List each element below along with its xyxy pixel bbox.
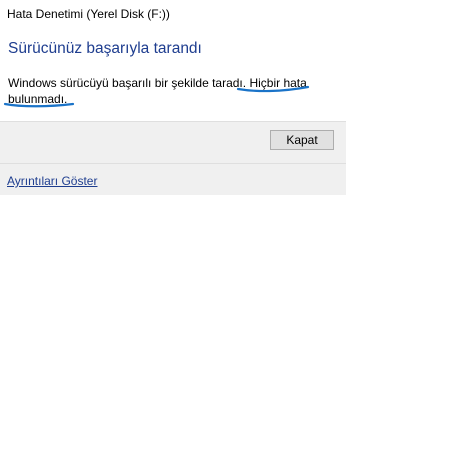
close-button[interactable]: Kapat <box>270 130 334 150</box>
message-highlight-line1: Hiçbir hata <box>249 76 307 90</box>
check-disk-dialog: Hata Denetimi (Yerel Disk (F:)) Sürücünü… <box>0 0 346 195</box>
result-heading: Sürücünüz başarıyla tarandı <box>8 40 202 57</box>
footer-separator <box>0 163 346 164</box>
dialog-footer: Kapat Ayrıntıları Göster <box>0 121 346 195</box>
show-details-link[interactable]: Ayrıntıları Göster <box>7 174 97 188</box>
message-highlight-line2: bulunmadı <box>8 92 65 106</box>
window-title: Hata Denetimi (Yerel Disk (F:)) <box>7 7 170 21</box>
message-end: . <box>64 92 68 106</box>
message-text: Windows sürücüyü başarılı bir şekilde ta… <box>8 76 250 90</box>
result-message: Windows sürücüyü başarılı bir şekilde ta… <box>8 75 328 107</box>
